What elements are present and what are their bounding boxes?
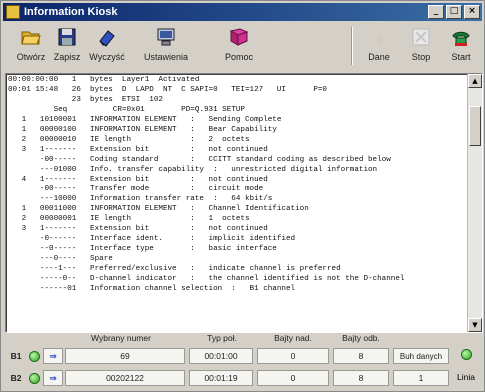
scroll-down-arrow[interactable]: ▼ xyxy=(468,318,482,332)
type-cell: 00:01:00 xyxy=(189,348,253,364)
log-line: ---0---- Spare xyxy=(39,255,113,264)
channel-table: Wybrany numer Typ poł. Bajty nad. Bajty … xyxy=(5,333,451,389)
header-rx: Bajty odb. xyxy=(342,333,380,343)
rx-cell: 8 xyxy=(333,370,389,386)
channel-label: B2 xyxy=(10,373,22,383)
extra-cell: Buh danych xyxy=(393,348,449,364)
data-label: Dane xyxy=(368,52,390,62)
log-line: --0----- Interface type : basic interfac… xyxy=(39,245,277,254)
help-label: Pomoc xyxy=(224,52,253,62)
log-scrollbar[interactable]: ▲ ▼ xyxy=(467,74,482,332)
settings-label: Ustawienia xyxy=(143,52,189,62)
start-button[interactable]: Start xyxy=(439,25,483,67)
main-window: Information Kiosk _ □ × Otwórz Zapisz Wy… xyxy=(0,0,485,392)
log-line: ------01 Information channel selection :… xyxy=(8,285,296,294)
protocol-log[interactable]: 00:00:00:00 1 bytes Layer1 Activated 00:… xyxy=(5,73,483,333)
start-phone-icon xyxy=(452,31,470,46)
settings-button[interactable]: Ustawienia xyxy=(139,25,193,67)
log-line: 3 1------- Extension bit : not continued xyxy=(21,145,268,154)
window-title: Information Kiosk xyxy=(24,6,118,18)
start-label: Start xyxy=(451,52,471,62)
log-line: -00----- Transfer mode : circuit mode xyxy=(39,185,264,194)
log-line: Seq CR=0x01 PD=Q.931 SETUP xyxy=(53,105,245,114)
save-button[interactable]: Zapisz xyxy=(45,25,89,67)
tx-cell: 0 xyxy=(257,348,329,364)
line-status: Linia xyxy=(452,349,480,389)
minimize-button[interactable]: _ xyxy=(428,5,444,19)
stop-icon xyxy=(412,28,430,46)
status-led-icon xyxy=(27,347,41,365)
log-line: 1 10100001 INFORMATION ELEMENT : Sending… xyxy=(21,115,282,124)
floppy-disk-icon xyxy=(58,28,76,46)
computer-settings-icon xyxy=(157,28,175,46)
log-line: 3 1------- Extension bit : not continued xyxy=(21,225,268,234)
title-bar: Information Kiosk _ □ × xyxy=(3,3,482,21)
line-label: Linia xyxy=(457,372,475,382)
log-line: 1 00011000 INFORMATION ELEMENT : Channel… xyxy=(21,205,309,214)
channel-row-b1: B1 ⇒ 69 00:01:00 0 8 Buh danych xyxy=(5,347,451,365)
log-line: -0------ Interface ident. : implicit ide… xyxy=(39,235,296,244)
number-cell: 69 xyxy=(65,348,185,364)
channel-row-b2: B2 ⇒ 00202122 00:01:19 0 8 1 xyxy=(5,369,451,387)
data-icon xyxy=(377,38,381,42)
header-tx: Bajty nad. xyxy=(274,333,312,343)
stop-label: Stop xyxy=(411,52,431,62)
log-line: ---01000 Info. transfer capability : unr… xyxy=(39,165,378,174)
stop-button[interactable]: Stop xyxy=(399,25,443,67)
tx-cell: 0 xyxy=(257,370,329,386)
log-line: ---10000 Information transfer rate : 64 … xyxy=(39,195,273,204)
header-number: Wybrany numer xyxy=(91,333,151,343)
folder-open-icon xyxy=(21,31,41,45)
toolbar: Otwórz Zapisz Wyczyść Ustawienia Pomoc D… xyxy=(3,23,482,69)
eraser-icon xyxy=(99,30,115,47)
direction-arrow-icon: ⇒ xyxy=(43,370,63,386)
log-line: 2 00000001 IE length : 1 octets xyxy=(21,215,250,224)
rx-cell: 8 xyxy=(333,348,389,364)
scroll-up-arrow[interactable]: ▲ xyxy=(468,74,482,88)
channel-label: B1 xyxy=(10,351,22,361)
log-line: 2 00000010 IE length : 2 octets xyxy=(21,135,250,144)
log-line: -00----- Coding standard : CCITT standar… xyxy=(39,155,391,164)
log-line: 23 bytes ETSI 102 xyxy=(71,95,163,104)
log-line: 1 00000100 INFORMATION ELEMENT : Bear Ca… xyxy=(21,125,277,134)
extra-cell: 1 xyxy=(393,370,449,386)
log-line: -----0-- D-channel indicator : the chann… xyxy=(39,275,405,284)
toolbar-separator xyxy=(351,27,353,65)
clear-button[interactable]: Wyczyść xyxy=(85,25,129,67)
scroll-thumb[interactable] xyxy=(469,106,481,146)
log-text: 00:00:00:00 1 bytes Layer1 Activated 00:… xyxy=(8,76,464,330)
app-icon xyxy=(6,5,20,19)
clear-label: Wyczyść xyxy=(89,52,125,62)
save-label: Zapisz xyxy=(53,52,81,62)
help-book-icon xyxy=(229,28,249,46)
number-cell: 00202122 xyxy=(65,370,185,386)
log-line: ----1--- Preferred/exclusive : indicate … xyxy=(39,265,341,274)
type-cell: 00:01:19 xyxy=(189,370,253,386)
log-line: 4 1------- Extension bit : not continued xyxy=(21,175,268,184)
header-type: Typ poł. xyxy=(207,333,237,343)
close-button[interactable]: × xyxy=(464,5,480,19)
direction-arrow-icon: ⇒ xyxy=(43,348,63,364)
log-line: 00:01 15:48 26 bytes D LAPD NT C SAPI=0 … xyxy=(8,85,327,94)
status-led-icon xyxy=(27,369,41,387)
data-button[interactable]: Dane xyxy=(357,25,401,67)
line-led-icon xyxy=(460,349,472,360)
maximize-button[interactable]: □ xyxy=(446,5,462,19)
help-button[interactable]: Pomoc xyxy=(217,25,261,67)
log-line: 00:00:00:00 1 bytes Layer1 Activated xyxy=(8,76,200,84)
